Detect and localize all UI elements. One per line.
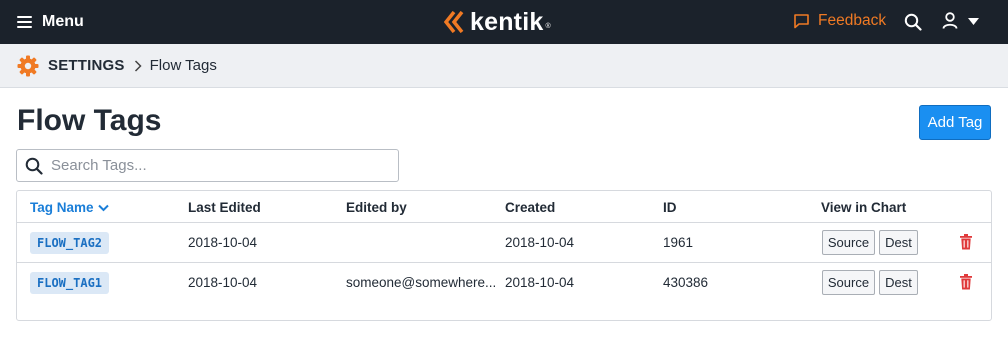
add-tag-button[interactable]: Add Tag (919, 105, 991, 140)
user-icon (942, 12, 958, 29)
last-edited-cell: 2018-10-04 (188, 275, 258, 290)
tag-name-link[interactable]: FLOW_TAG1 (30, 272, 110, 294)
trash-icon[interactable] (959, 274, 973, 290)
registered-mark: ® (545, 23, 551, 30)
menu-label: Menu (42, 13, 84, 30)
edited-by-cell: someone@somewhere... (346, 275, 497, 290)
logo-wordmark: kentik (470, 7, 544, 36)
caret-down-icon (968, 17, 979, 25)
kentik-logo[interactable]: kentik ® (444, 8, 551, 36)
speech-bubble-icon (794, 14, 809, 29)
breadcrumb: SETTINGS Flow Tags (0, 44, 1008, 88)
gear-icon (17, 55, 39, 76)
search-input[interactable] (51, 157, 391, 174)
search-icon (25, 157, 43, 175)
search-tags-field[interactable] (16, 149, 399, 182)
id-cell: 1961 (663, 235, 694, 250)
tag-name-link[interactable]: FLOW_TAG2 (30, 232, 110, 254)
last-edited-cell: 2018-10-04 (188, 235, 258, 250)
top-navigation-bar: Menu kentik ® Feedback (0, 0, 1008, 44)
breadcrumb-settings-link[interactable]: SETTINGS (48, 57, 125, 74)
view-dest-button[interactable]: Dest (879, 270, 918, 295)
feedback-button[interactable]: Feedback (793, 12, 886, 30)
table-header: Tag Name Last Edited Edited by Created I… (17, 191, 991, 223)
search-icon[interactable] (904, 13, 922, 31)
column-header-label: Tag Name (30, 200, 94, 215)
chevron-down-icon (97, 204, 109, 211)
column-header-created[interactable]: Created (505, 200, 555, 215)
trash-icon[interactable] (959, 234, 973, 250)
user-menu[interactable] (942, 12, 979, 30)
id-cell: 430386 (663, 275, 709, 290)
created-cell: 2018-10-04 (505, 275, 575, 290)
kentik-logo-icon (444, 11, 464, 33)
chevron-right-icon (134, 59, 142, 72)
view-source-button[interactable]: Source (822, 270, 875, 295)
column-header-id[interactable]: ID (663, 200, 677, 215)
column-header-edited-by[interactable]: Edited by (346, 200, 407, 215)
view-dest-button[interactable]: Dest (879, 230, 918, 255)
feedback-label: Feedback (818, 12, 887, 29)
table-row: FLOW_TAG1 2018-10-04 someone@somewhere..… (17, 263, 991, 303)
view-source-button[interactable]: Source (822, 230, 875, 255)
flow-tags-table: Tag Name Last Edited Edited by Created I… (16, 190, 992, 321)
breadcrumb-current: Flow Tags (149, 57, 217, 74)
table-row: FLOW_TAG2 2018-10-04 2018-10-04 1961 Sou… (17, 223, 991, 263)
column-header-last-edited[interactable]: Last Edited (188, 200, 261, 215)
page-title: Flow Tags (17, 104, 162, 137)
column-header-view-in-chart: View in Chart (821, 200, 907, 215)
created-cell: 2018-10-04 (505, 235, 575, 250)
hamburger-icon (17, 16, 32, 28)
menu-button[interactable]: Menu (17, 11, 84, 33)
column-header-tag-name[interactable]: Tag Name (30, 200, 109, 215)
